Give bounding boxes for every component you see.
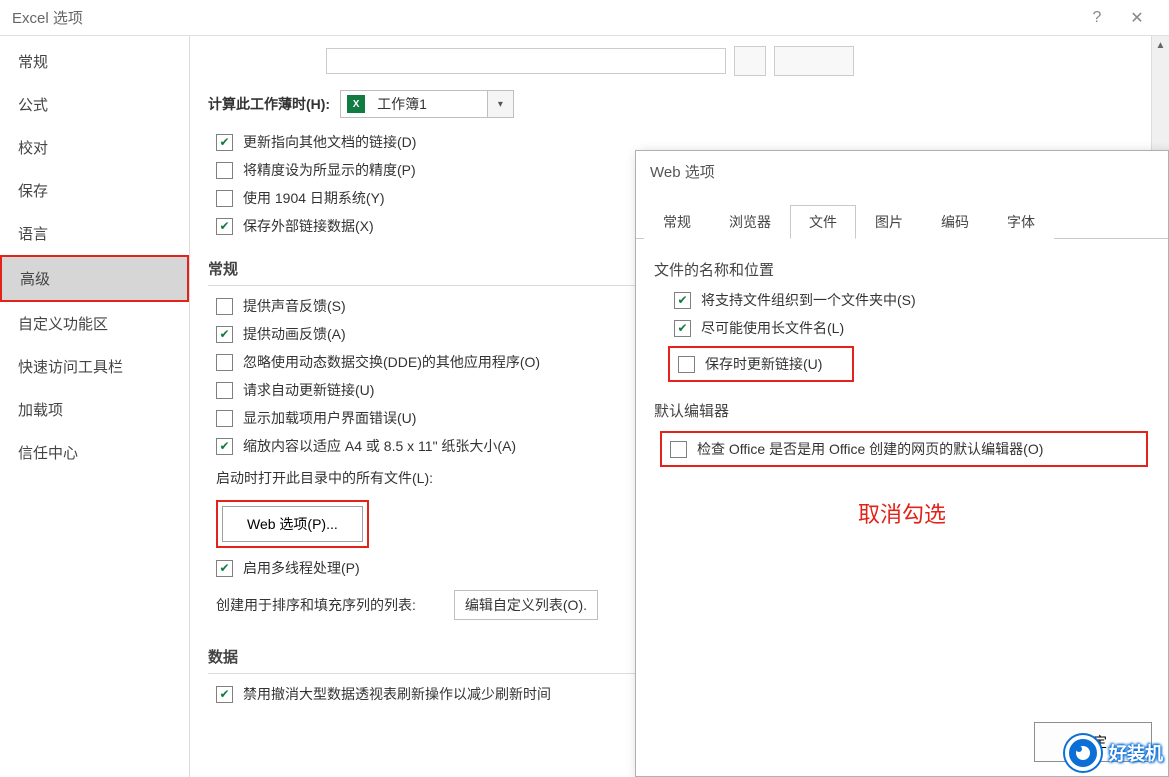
label-ignore-dde: 忽略使用动态数据交换(DDE)的其他应用程序(O) (243, 352, 540, 372)
truncated-button-wide[interactable] (774, 46, 854, 76)
watermark-text: 好装机 (1109, 740, 1163, 766)
window-title: Excel 选项 (12, 7, 83, 28)
sidebar-item-general[interactable]: 常规 (0, 40, 189, 83)
tab-files[interactable]: 文件 (790, 205, 856, 239)
tab-pictures[interactable]: 图片 (856, 205, 922, 239)
sort-lists-label: 创建用于排序和填充序列的列表: (216, 595, 416, 615)
checkbox-update-links[interactable] (216, 134, 233, 151)
label-anim-feedback: 提供动画反馈(A) (243, 324, 346, 344)
sidebar-item-proofing[interactable]: 校对 (0, 126, 189, 169)
label-scale-a4: 缩放内容以适应 A4 或 8.5 x 11" 纸张大小(A) (243, 436, 516, 456)
sidebar-item-save[interactable]: 保存 (0, 169, 189, 212)
watermark: 好装机 (1065, 735, 1163, 771)
label-multithread: 启用多线程处理(P) (243, 558, 360, 578)
sidebar-item-advanced[interactable]: 高级 (0, 255, 189, 302)
checkbox-multithread[interactable] (216, 560, 233, 577)
highlight-check-office: 检查 Office 是否是用 Office 创建的网页的默认编辑器(O) (660, 431, 1148, 467)
sidebar: 常规 公式 校对 保存 语言 高级 自定义功能区 快速访问工具栏 加载项 信任中… (0, 36, 190, 777)
label-save-external: 保存外部链接数据(X) (243, 216, 374, 236)
sidebar-item-quick-access[interactable]: 快速访问工具栏 (0, 345, 189, 388)
truncated-top-controls (208, 46, 1151, 76)
checkbox-addin-errors[interactable] (216, 410, 233, 427)
truncated-input[interactable] (326, 48, 726, 74)
checkbox-update-on-save[interactable] (678, 356, 695, 373)
checkbox-scale-a4[interactable] (216, 438, 233, 455)
highlight-update-on-save: 保存时更新链接(U) (668, 346, 854, 382)
web-options-highlight: Web 选项(P)... (216, 500, 369, 548)
workbook-combo[interactable]: X 工作簿1 ▾ (340, 90, 514, 118)
label-update-on-save: 保存时更新链接(U) (705, 354, 822, 374)
checkbox-organize-folder[interactable] (674, 292, 691, 309)
group-default-editor: 默认编辑器 (654, 400, 1150, 421)
sidebar-item-customize-ribbon[interactable]: 自定义功能区 (0, 302, 189, 345)
web-options-dialog: Web 选项 常规 浏览器 文件 图片 编码 字体 文件的名称和位置 将支持文件… (635, 150, 1169, 777)
sidebar-item-language[interactable]: 语言 (0, 212, 189, 255)
label-use-1904: 使用 1904 日期系统(Y) (243, 188, 385, 208)
checkbox-sound-feedback[interactable] (216, 298, 233, 315)
checkbox-long-filenames[interactable] (674, 320, 691, 337)
checkbox-use-1904[interactable] (216, 190, 233, 207)
checkbox-anim-feedback[interactable] (216, 326, 233, 343)
sidebar-item-trust-center[interactable]: 信任中心 (0, 431, 189, 474)
label-undo-pivot: 禁用撤消大型数据透视表刷新操作以减少刷新时间 (243, 684, 551, 704)
workbook-combo-value: 工作簿1 (371, 94, 487, 114)
checkbox-check-office-default[interactable] (670, 441, 687, 458)
sidebar-item-formulas[interactable]: 公式 (0, 83, 189, 126)
sidebar-item-addins[interactable]: 加载项 (0, 388, 189, 431)
checkbox-set-precision[interactable] (216, 162, 233, 179)
label-sound-feedback: 提供声音反馈(S) (243, 296, 346, 316)
label-ask-update: 请求自动更新链接(U) (243, 380, 374, 400)
scroll-up-icon[interactable]: ▲ (1152, 36, 1169, 54)
label-check-office-default: 检查 Office 是否是用 Office 创建的网页的默认编辑器(O) (697, 439, 1043, 459)
web-options-button[interactable]: Web 选项(P)... (222, 506, 363, 542)
checkbox-ask-update[interactable] (216, 382, 233, 399)
label-update-links: 更新指向其他文档的链接(D) (243, 132, 416, 152)
tab-encoding[interactable]: 编码 (922, 205, 988, 239)
label-set-precision: 将精度设为所显示的精度(P) (243, 160, 416, 180)
tab-fonts[interactable]: 字体 (988, 205, 1054, 239)
workbook-calc-label: 计算此工作薄时(H): (208, 94, 330, 114)
tab-general[interactable]: 常规 (644, 205, 710, 239)
startup-files-label: 启动时打开此目录中的所有文件(L): (216, 468, 433, 488)
tabstrip: 常规 浏览器 文件 图片 编码 字体 (636, 192, 1168, 239)
label-organize-folder: 将支持文件组织到一个文件夹中(S) (701, 290, 916, 310)
group-file-names: 文件的名称和位置 (654, 259, 1150, 280)
checkbox-save-external[interactable] (216, 218, 233, 235)
tab-browsers[interactable]: 浏览器 (710, 205, 790, 239)
close-icon[interactable]: ✕ (1117, 0, 1157, 36)
label-long-filenames: 尽可能使用长文件名(L) (701, 318, 844, 338)
titlebar: Excel 选项 ? ✕ (0, 0, 1169, 36)
label-addin-errors: 显示加载项用户界面错误(U) (243, 408, 416, 428)
edit-custom-lists-button[interactable]: 编辑自定义列表(O). (454, 590, 598, 620)
truncated-button[interactable] (734, 46, 766, 76)
dialog-title: Web 选项 (636, 151, 1168, 192)
watermark-icon (1065, 735, 1101, 771)
annotation-text: 取消勾选 (654, 497, 1150, 529)
chevron-down-icon[interactable]: ▾ (487, 91, 513, 117)
checkbox-ignore-dde[interactable] (216, 354, 233, 371)
help-icon[interactable]: ? (1077, 0, 1117, 36)
excel-icon: X (347, 95, 365, 113)
checkbox-undffo-pivot[interactable] (216, 686, 233, 703)
